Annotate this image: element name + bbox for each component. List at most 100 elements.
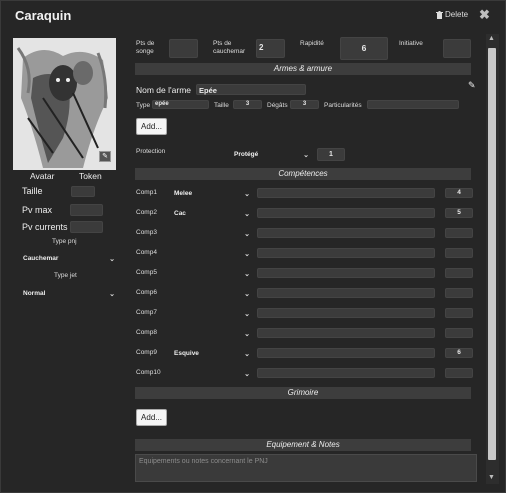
competence-label: Comp10: [136, 369, 161, 376]
competence-select-value: Esquive: [174, 350, 199, 357]
chevron-down-icon: ⌄: [244, 350, 250, 358]
pencil-icon[interactable]: ✎: [468, 80, 476, 91]
competence-select[interactable]: ⌄: [174, 309, 250, 318]
taille-arme-input[interactable]: 3: [233, 100, 262, 109]
equipement-header: Equipement & Notes: [135, 439, 471, 451]
competence-value-input[interactable]: 6: [445, 348, 473, 358]
type-label: Type: [136, 102, 151, 109]
scrollbar-thumb[interactable]: [488, 48, 496, 460]
competence-value-input[interactable]: [445, 308, 473, 318]
protection-select[interactable]: Protégé ⌄: [234, 150, 309, 159]
competence-text-input[interactable]: [257, 228, 435, 238]
competence-select[interactable]: ⌄: [174, 269, 250, 278]
add-arme-button[interactable]: Add...: [136, 118, 167, 135]
competence-label: Comp5: [136, 269, 157, 276]
competence-text-input[interactable]: [257, 248, 435, 258]
close-icon[interactable]: ✖: [479, 7, 490, 23]
competence-value-input[interactable]: 5: [445, 208, 473, 218]
competences-header: Compétences: [135, 168, 471, 180]
competence-label: Comp4: [136, 249, 157, 256]
vertical-scrollbar[interactable]: ▲ ▼: [486, 34, 499, 484]
competence-select[interactable]: ⌄: [174, 289, 250, 298]
competence-value-input[interactable]: [445, 288, 473, 298]
cauchemar-input[interactable]: 2: [256, 39, 285, 58]
typejet-value: Normal: [23, 290, 46, 297]
competence-label: Comp1: [136, 189, 157, 196]
rapidite-input[interactable]: 6: [340, 37, 388, 60]
equipement-textarea[interactable]: Equipements ou notes concernant le PNJ: [135, 454, 477, 482]
typejet-select[interactable]: Normal ⌄: [23, 289, 115, 298]
competence-label: Comp2: [136, 209, 157, 216]
armes-header: Armes & armure: [135, 63, 471, 75]
competence-select[interactable]: Cac ⌄: [174, 209, 250, 218]
competence-text-input[interactable]: [257, 348, 435, 358]
rapidite-label: Rapidité: [300, 40, 324, 47]
trash-icon: [436, 10, 443, 19]
nom-arme-label: Nom de l'arme: [136, 85, 192, 95]
chevron-down-icon: ⌄: [244, 230, 250, 238]
protection-input[interactable]: 1: [317, 148, 345, 161]
competence-text-input[interactable]: [257, 308, 435, 318]
competence-select[interactable]: ⌄: [174, 369, 250, 378]
chevron-down-icon: ⌄: [244, 250, 250, 258]
competence-select[interactable]: ⌄: [174, 229, 250, 238]
competence-value-input[interactable]: 4: [445, 188, 473, 198]
scroll-up-icon[interactable]: ▲: [488, 35, 495, 42]
typepnj-select[interactable]: Cauchemar ⌄: [23, 254, 115, 263]
competence-select[interactable]: ⌄: [174, 249, 250, 258]
typepnj-label: Type pnj: [52, 238, 77, 245]
competence-label: Comp7: [136, 309, 157, 316]
delete-button[interactable]: Delete: [436, 10, 468, 19]
chevron-down-icon: ⌄: [244, 190, 250, 198]
pvmax-label: Pv max: [22, 205, 53, 215]
chevron-down-icon: ⌄: [109, 290, 115, 298]
competence-label: Comp6: [136, 289, 157, 296]
grimoire-header: Grimoire: [135, 387, 471, 399]
competence-text-input[interactable]: [257, 368, 435, 378]
typepnj-value: Cauchemar: [23, 255, 59, 262]
chevron-down-icon: ⌄: [244, 210, 250, 218]
avatar-tab[interactable]: Avatar: [30, 171, 54, 181]
competence-select-value: Cac: [174, 210, 186, 217]
competence-label: Comp9: [136, 349, 157, 356]
competence-text-input[interactable]: [257, 328, 435, 338]
cauchemar-label: Pts de cauchemar: [213, 40, 246, 55]
songe-input[interactable]: [169, 39, 198, 58]
nom-arme-input[interactable]: Epée: [196, 84, 306, 95]
degats-label: Dégâts: [267, 102, 288, 109]
scroll-down-icon[interactable]: ▼: [488, 474, 495, 481]
degats-input[interactable]: 3: [290, 100, 319, 109]
pvcurrents-label: Pv currents: [22, 222, 68, 232]
competence-text-input[interactable]: [257, 268, 435, 278]
type-input[interactable]: epée: [152, 100, 209, 109]
competence-select[interactable]: Esquive ⌄: [174, 349, 250, 358]
competence-text-input[interactable]: [257, 208, 435, 218]
competence-value-input[interactable]: [445, 368, 473, 378]
competence-value-input[interactable]: [445, 328, 473, 338]
competence-select[interactable]: ⌄: [174, 329, 250, 338]
initiative-input[interactable]: [443, 39, 471, 58]
competence-label: Comp3: [136, 229, 157, 236]
competence-value-input[interactable]: [445, 268, 473, 278]
token-tab[interactable]: Token: [79, 171, 102, 181]
competence-value-input[interactable]: [445, 248, 473, 258]
songe-label: Pts de songe: [136, 40, 155, 55]
chevron-down-icon: ⌄: [244, 270, 250, 278]
competence-select[interactable]: Melee ⌄: [174, 189, 250, 198]
avatar-image[interactable]: ✎: [13, 38, 116, 170]
title-bar: Caraquin Delete ✖: [1, 1, 505, 31]
pvmax-input[interactable]: [70, 204, 103, 216]
particularites-input[interactable]: [367, 100, 459, 109]
pencil-icon[interactable]: ✎: [99, 151, 111, 162]
pvcurrents-input[interactable]: [70, 221, 103, 233]
chevron-down-icon: ⌄: [303, 151, 309, 159]
initiative-label: Initiative: [399, 40, 423, 47]
window-title: Caraquin: [15, 8, 72, 23]
competence-value-input[interactable]: [445, 228, 473, 238]
add-grimoire-button[interactable]: Add...: [136, 409, 167, 426]
taille-input[interactable]: [71, 186, 95, 197]
protection-label: Protection: [136, 148, 166, 155]
competence-text-input[interactable]: [257, 288, 435, 298]
competence-select-value: Melee: [174, 190, 193, 197]
competence-text-input[interactable]: [257, 188, 435, 198]
